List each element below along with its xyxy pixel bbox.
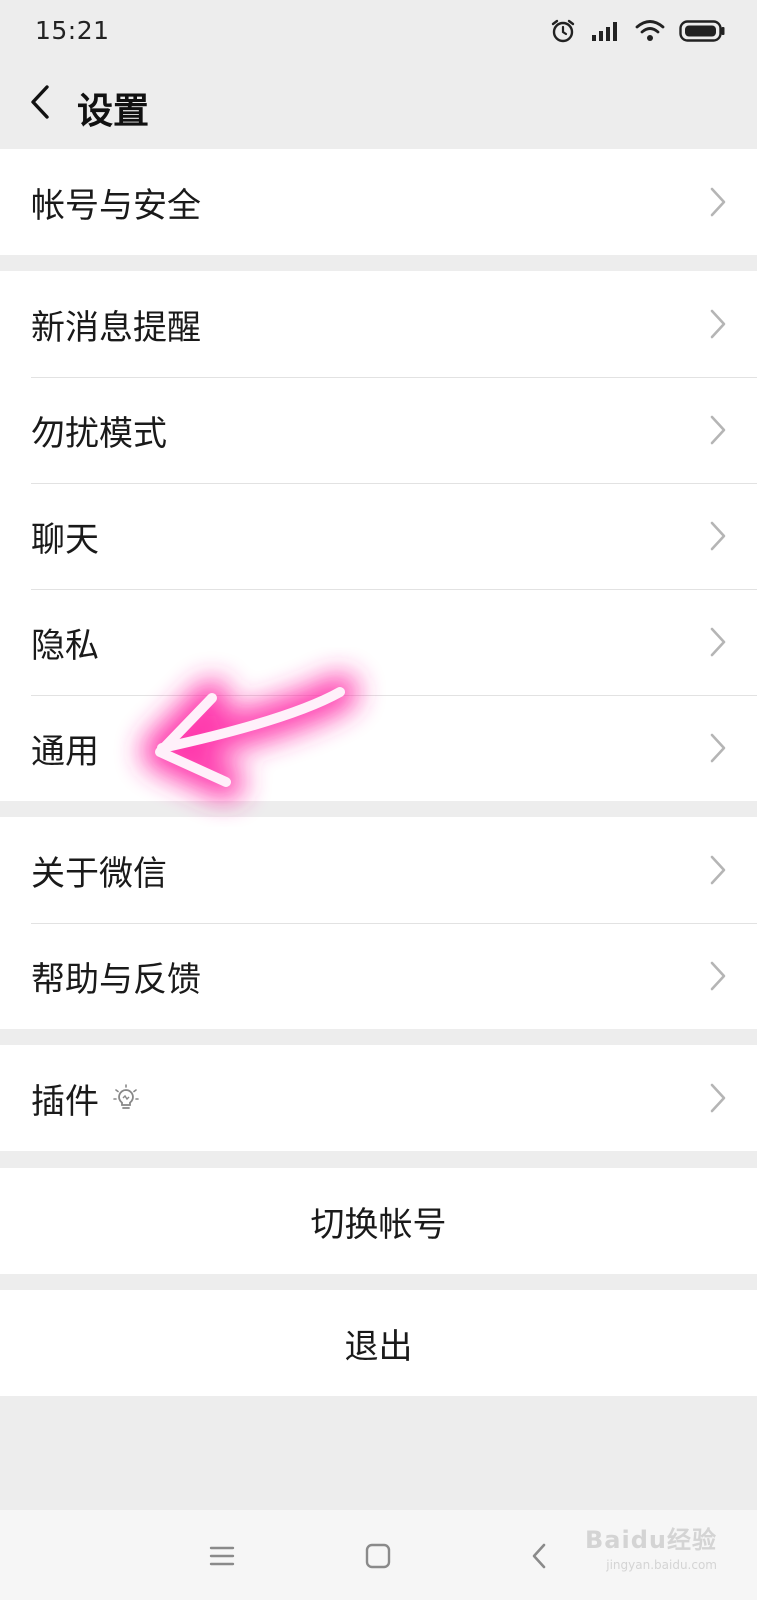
chevron-right-icon xyxy=(710,521,726,551)
chevron-right-icon xyxy=(710,415,726,445)
settings-item-label: 帐号与安全 xyxy=(31,185,201,226)
status-icons xyxy=(549,14,725,48)
chevron-right-icon xyxy=(710,187,726,217)
back-icon xyxy=(532,1543,546,1569)
system-back-button[interactable] xyxy=(517,1534,561,1578)
settings-item-plugins[interactable]: 插件 xyxy=(0,1045,757,1151)
settings-item-about-wechat[interactable]: 关于微信 xyxy=(0,817,757,923)
settings-item-label: 通用 xyxy=(31,731,99,772)
settings-item-account-security[interactable]: 帐号与安全 xyxy=(0,149,757,255)
lightbulb-icon xyxy=(113,1084,139,1109)
settings-item-label: 插件 xyxy=(31,1081,99,1122)
chevron-right-icon xyxy=(710,627,726,657)
settings-group-plugins: 插件 xyxy=(0,1045,757,1151)
signal-icon xyxy=(591,19,621,43)
settings-item-notifications[interactable]: 新消息提醒 xyxy=(0,271,757,377)
logout-button[interactable]: 退出 xyxy=(0,1290,757,1396)
settings-group-account: 帐号与安全 xyxy=(0,149,757,255)
switch-account-button[interactable]: 切换帐号 xyxy=(0,1168,757,1274)
chevron-left-icon xyxy=(29,84,51,124)
chevron-right-icon xyxy=(710,855,726,885)
settings-item-label: 帮助与反馈 xyxy=(31,959,201,1000)
logout-label: 退出 xyxy=(344,1326,413,1367)
page-title: 设置 xyxy=(77,91,150,132)
settings-group-main: 新消息提醒 勿扰模式 聊天 隐私 通用 xyxy=(0,271,757,801)
chevron-right-icon xyxy=(710,961,726,991)
battery-icon xyxy=(679,19,725,43)
chevron-right-icon xyxy=(710,733,726,763)
settings-item-privacy[interactable]: 隐私 xyxy=(0,589,757,695)
settings-item-label: 聊天 xyxy=(31,519,99,560)
settings-item-chat[interactable]: 聊天 xyxy=(0,483,757,589)
settings-item-label: 勿扰模式 xyxy=(31,413,167,454)
settings-item-do-not-disturb[interactable]: 勿扰模式 xyxy=(0,377,757,483)
settings-item-label: 新消息提醒 xyxy=(31,307,201,348)
home-button[interactable] xyxy=(356,1534,400,1578)
settings-screen: 15:21 设置 帐号与安全 新消息提醒 勿扰模式 聊天 隐私 通用 关于微信 … xyxy=(0,0,757,1600)
settings-item-label: 隐私 xyxy=(31,625,99,666)
chevron-right-icon xyxy=(710,1083,726,1113)
home-icon xyxy=(365,1543,391,1569)
settings-item-general[interactable]: 通用 xyxy=(0,695,757,801)
watermark: Baidu经验 xyxy=(585,1526,717,1554)
chevron-right-icon xyxy=(710,309,726,339)
menu-icon xyxy=(209,1546,235,1566)
settings-group-about: 关于微信 帮助与反馈 xyxy=(0,817,757,1029)
watermark-url: jingyan.baidu.com xyxy=(606,1558,717,1572)
alarm-icon xyxy=(549,17,577,45)
nav-bar: 设置 xyxy=(0,64,757,144)
settings-item-label: 关于微信 xyxy=(31,853,167,894)
status-bar: 15:21 xyxy=(0,0,757,64)
status-time: 15:21 xyxy=(35,16,110,45)
back-button[interactable] xyxy=(16,78,64,130)
settings-item-help-feedback[interactable]: 帮助与反馈 xyxy=(0,923,757,1029)
menu-button[interactable] xyxy=(200,1534,244,1578)
switch-account-label: 切换帐号 xyxy=(310,1204,447,1245)
wifi-icon xyxy=(635,19,665,43)
